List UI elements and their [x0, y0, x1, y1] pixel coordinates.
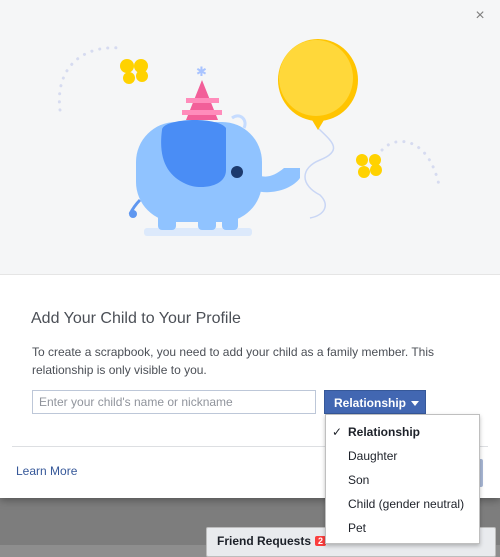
close-icon[interactable]: ×	[470, 6, 490, 26]
menu-item-label: Son	[348, 473, 370, 487]
relationship-dropdown-button[interactable]: Relationship	[324, 390, 426, 414]
learn-more-link[interactable]: Learn More	[16, 464, 77, 478]
hero-illustration-area: ✱	[0, 0, 500, 275]
butterfly-left-icon	[120, 59, 148, 84]
relationship-button-label: Relationship	[334, 396, 407, 410]
menu-item-label: Relationship	[348, 425, 421, 439]
dialog-title: Add Your Child to Your Profile	[31, 310, 241, 327]
friend-requests-label: Friend Requests	[217, 534, 312, 548]
dialog-description: To create a scrapbook, you need to add y…	[32, 345, 434, 377]
svg-text:✱: ✱	[196, 65, 207, 80]
menu-item-relationship[interactable]: ✓ Relationship	[326, 420, 479, 444]
menu-item-son[interactable]: Son	[326, 468, 479, 492]
menu-item-label: Child (gender neutral)	[348, 497, 465, 511]
menu-item-label: Daughter	[348, 449, 398, 463]
elephant-illustration: ✱	[57, 39, 442, 236]
checkmark-icon: ✓	[332, 425, 343, 439]
menu-item-label: Pet	[348, 521, 367, 535]
balloon-icon	[278, 39, 358, 130]
butterfly-right-icon	[356, 154, 382, 178]
menu-item-daughter[interactable]: Daughter	[326, 444, 479, 468]
menu-item-pet[interactable]: Pet	[326, 516, 479, 540]
party-hat-icon: ✱	[182, 65, 222, 120]
child-name-input[interactable]	[32, 390, 316, 414]
relationship-menu: ✓ Relationship Daughter Son Child (gende…	[325, 414, 480, 544]
menu-item-child-gender-neutral[interactable]: Child (gender neutral)	[326, 492, 479, 516]
caret-down-icon	[411, 401, 420, 406]
